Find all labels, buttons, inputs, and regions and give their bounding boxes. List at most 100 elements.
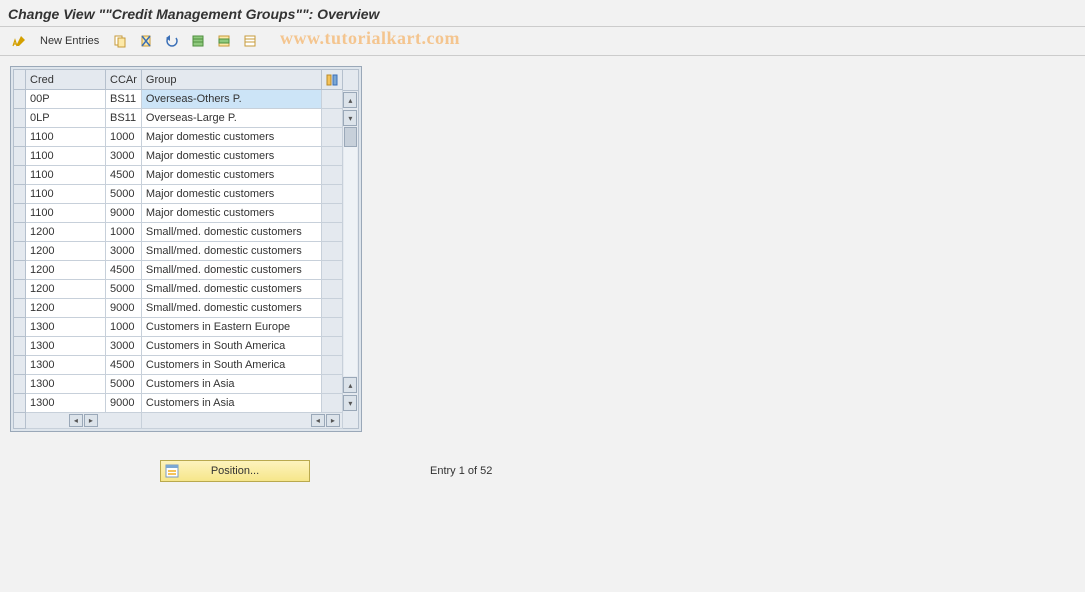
cell-cred[interactable]: 1200 bbox=[26, 242, 106, 261]
cell-group[interactable]: Customers in South America bbox=[141, 356, 321, 375]
deselect-all-icon[interactable] bbox=[239, 31, 261, 51]
cell-ccar[interactable]: 9000 bbox=[106, 299, 142, 318]
cell-ccar[interactable]: 5000 bbox=[106, 375, 142, 394]
cell-ccar[interactable]: BS11 bbox=[106, 90, 142, 109]
cell-group[interactable]: Small/med. domestic customers bbox=[141, 223, 321, 242]
cell-cred[interactable]: 1300 bbox=[26, 318, 106, 337]
cell-ccar[interactable]: 3000 bbox=[106, 337, 142, 356]
row-selector[interactable] bbox=[14, 261, 26, 280]
hscroll-right-col2[interactable]: ▸ bbox=[326, 414, 340, 427]
cell-cred[interactable]: 1100 bbox=[26, 166, 106, 185]
cell-cred[interactable]: 1100 bbox=[26, 147, 106, 166]
cell-cred[interactable]: 1200 bbox=[26, 223, 106, 242]
delete-icon[interactable] bbox=[135, 31, 157, 51]
cell-ccar[interactable]: 1000 bbox=[106, 223, 142, 242]
row-selector[interactable] bbox=[14, 356, 26, 375]
cell-cred[interactable]: 1300 bbox=[26, 337, 106, 356]
vertical-scrollbar[interactable]: ▴ ▾ ▴ ▾ bbox=[343, 69, 359, 429]
row-selector[interactable] bbox=[14, 166, 26, 185]
cell-group[interactable]: Small/med. domestic customers bbox=[141, 280, 321, 299]
scroll-track[interactable] bbox=[344, 127, 357, 376]
cell-group[interactable]: Customers in South America bbox=[141, 337, 321, 356]
cell-ccar[interactable]: 5000 bbox=[106, 185, 142, 204]
cell-ccar[interactable]: 3000 bbox=[106, 147, 142, 166]
cell-group[interactable]: Major domestic customers bbox=[141, 166, 321, 185]
row-selector[interactable] bbox=[14, 337, 26, 356]
row-selector[interactable] bbox=[14, 318, 26, 337]
row-selector[interactable] bbox=[14, 242, 26, 261]
hscroll-row: ◂ ▸ ◂ ▸ bbox=[14, 413, 343, 429]
cell-cred[interactable]: 1100 bbox=[26, 128, 106, 147]
column-header-group[interactable]: Group bbox=[141, 70, 321, 90]
cell-ccar[interactable]: 9000 bbox=[106, 204, 142, 223]
cell-ccar[interactable]: 1000 bbox=[106, 128, 142, 147]
row-selector[interactable] bbox=[14, 204, 26, 223]
cell-group[interactable]: Overseas-Large P. bbox=[141, 109, 321, 128]
row-tail bbox=[321, 166, 342, 185]
scroll-up-icon[interactable]: ▴ bbox=[343, 92, 357, 108]
cell-group[interactable]: Major domestic customers bbox=[141, 128, 321, 147]
cell-cred[interactable]: 1100 bbox=[26, 204, 106, 223]
table-row: 12001000Small/med. domestic customers bbox=[14, 223, 343, 242]
cell-cred[interactable]: 1200 bbox=[26, 299, 106, 318]
row-selector[interactable] bbox=[14, 299, 26, 318]
cell-group[interactable]: Overseas-Others P. bbox=[141, 90, 321, 109]
cell-group[interactable]: Small/med. domestic customers bbox=[141, 242, 321, 261]
position-button[interactable]: Position... bbox=[160, 460, 310, 482]
toggle-change-icon[interactable] bbox=[8, 31, 30, 51]
cell-group[interactable]: Major domestic customers bbox=[141, 204, 321, 223]
cell-cred[interactable]: 1300 bbox=[26, 394, 106, 413]
cell-group[interactable]: Small/med. domestic customers bbox=[141, 299, 321, 318]
row-selector[interactable] bbox=[14, 223, 26, 242]
cell-cred[interactable]: 1300 bbox=[26, 375, 106, 394]
undo-change-icon[interactable] bbox=[161, 31, 183, 51]
hscroll-right-col1[interactable]: ▸ bbox=[84, 414, 98, 427]
column-header-ccar[interactable]: CCAr bbox=[106, 70, 142, 90]
cell-group[interactable]: Customers in Eastern Europe bbox=[141, 318, 321, 337]
cell-ccar[interactable]: 5000 bbox=[106, 280, 142, 299]
row-selector[interactable] bbox=[14, 90, 26, 109]
row-selector[interactable] bbox=[14, 375, 26, 394]
scroll-up2-icon[interactable]: ▴ bbox=[343, 377, 357, 393]
column-header-cred[interactable]: Cred bbox=[26, 70, 106, 90]
select-all-corner[interactable] bbox=[14, 70, 26, 90]
cell-ccar[interactable]: 1000 bbox=[106, 318, 142, 337]
cell-ccar[interactable]: BS11 bbox=[106, 109, 142, 128]
cell-group[interactable]: Customers in Asia bbox=[141, 375, 321, 394]
cell-ccar[interactable]: 9000 bbox=[106, 394, 142, 413]
table-config-icon[interactable] bbox=[321, 70, 342, 90]
row-selector[interactable] bbox=[14, 109, 26, 128]
table-row: 13005000Customers in Asia bbox=[14, 375, 343, 394]
scroll-down-icon[interactable]: ▾ bbox=[343, 110, 357, 126]
scroll-down2-icon[interactable]: ▾ bbox=[343, 395, 357, 411]
hscroll-left-col2[interactable]: ◂ bbox=[311, 414, 325, 427]
cell-group[interactable]: Major domestic customers bbox=[141, 147, 321, 166]
hscroll-left-col1[interactable]: ◂ bbox=[69, 414, 83, 427]
row-selector[interactable] bbox=[14, 147, 26, 166]
row-selector[interactable] bbox=[14, 185, 26, 204]
cell-cred[interactable]: 0LP bbox=[26, 109, 106, 128]
cell-ccar[interactable]: 3000 bbox=[106, 242, 142, 261]
cell-cred[interactable]: 1100 bbox=[26, 185, 106, 204]
position-icon bbox=[165, 464, 179, 478]
row-selector[interactable] bbox=[14, 128, 26, 147]
select-block-icon[interactable] bbox=[213, 31, 235, 51]
cell-cred[interactable]: 1300 bbox=[26, 356, 106, 375]
cell-ccar[interactable]: 4500 bbox=[106, 166, 142, 185]
cell-group[interactable]: Small/med. domestic customers bbox=[141, 261, 321, 280]
copy-as-icon[interactable] bbox=[109, 31, 131, 51]
cell-cred[interactable]: 00P bbox=[26, 90, 106, 109]
row-selector[interactable] bbox=[14, 394, 26, 413]
row-tail bbox=[321, 147, 342, 166]
select-all-icon[interactable] bbox=[187, 31, 209, 51]
cell-cred[interactable]: 1200 bbox=[26, 261, 106, 280]
row-selector[interactable] bbox=[14, 280, 26, 299]
cell-ccar[interactable]: 4500 bbox=[106, 356, 142, 375]
new-entries-button[interactable]: New Entries bbox=[34, 33, 105, 49]
cell-group[interactable]: Customers in Asia bbox=[141, 394, 321, 413]
scroll-thumb[interactable] bbox=[344, 127, 357, 147]
table-row: 12003000Small/med. domestic customers bbox=[14, 242, 343, 261]
cell-ccar[interactable]: 4500 bbox=[106, 261, 142, 280]
cell-group[interactable]: Major domestic customers bbox=[141, 185, 321, 204]
cell-cred[interactable]: 1200 bbox=[26, 280, 106, 299]
